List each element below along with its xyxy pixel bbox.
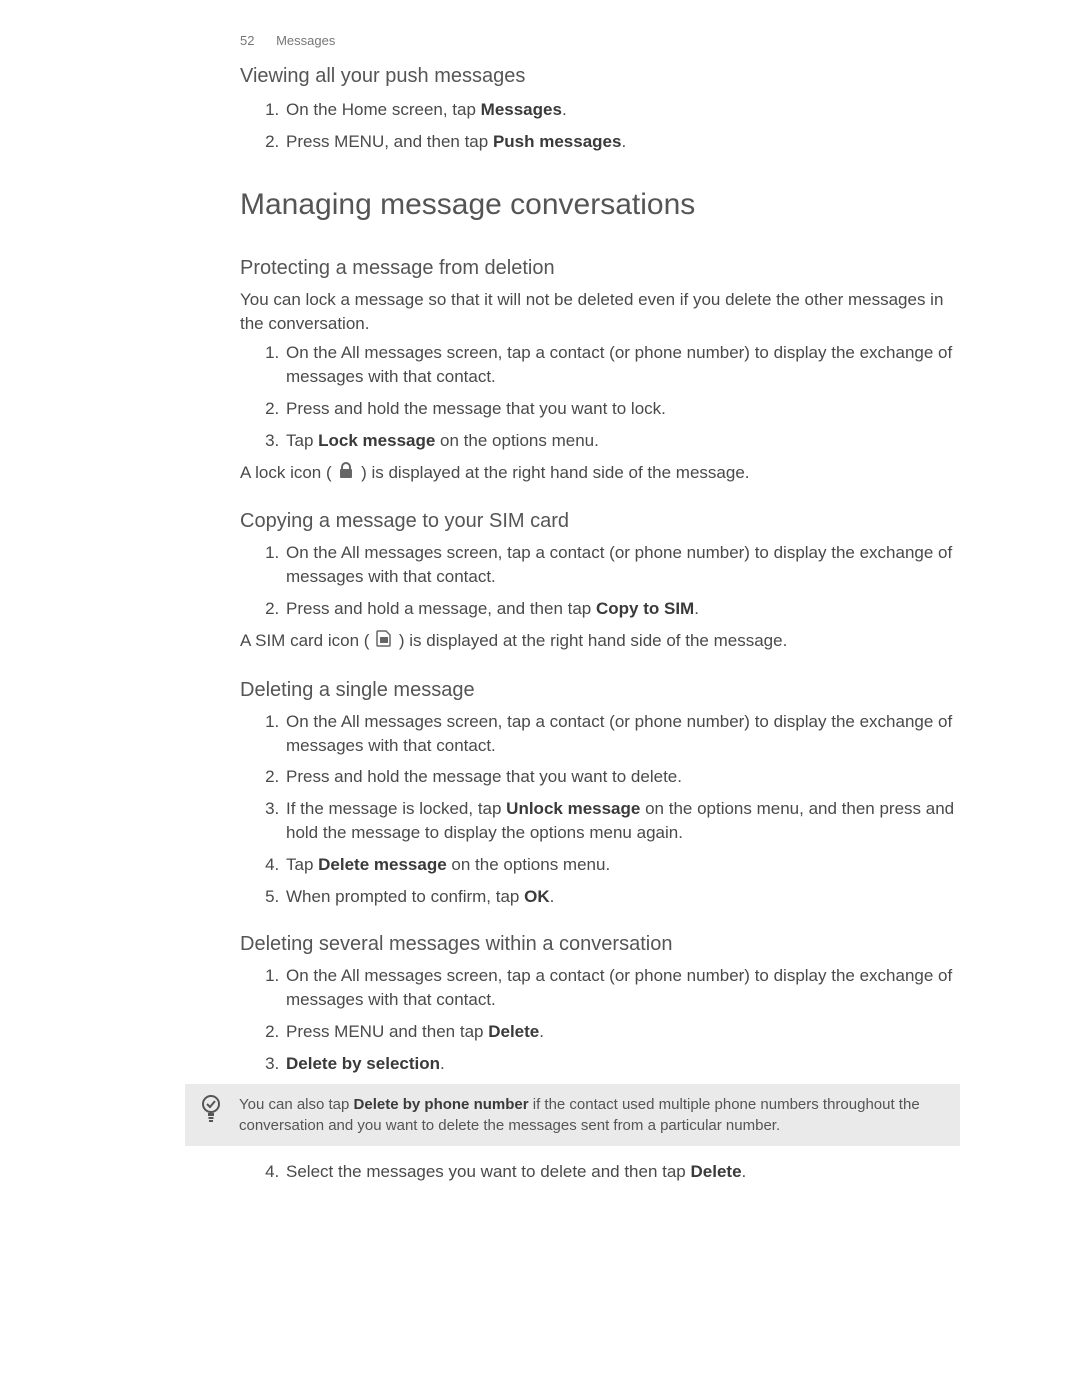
lightbulb-icon xyxy=(197,1092,225,1130)
sim-card-icon xyxy=(376,629,392,654)
list-item: Delete by selection. xyxy=(284,1052,960,1076)
list-item: On the Home screen, tap Messages. xyxy=(284,98,960,122)
chapter-name: Messages xyxy=(276,33,335,48)
list-item: Press and hold a message, and then tap C… xyxy=(284,597,960,621)
list-item: Select the messages you want to delete a… xyxy=(284,1160,960,1184)
list-item: Tap Lock message on the options menu. xyxy=(284,429,960,453)
delete-single-steps: On the All messages screen, tap a contac… xyxy=(240,710,960,909)
section-heading-delete-several: Deleting several messages within a conve… xyxy=(240,930,960,958)
protect-after-post: ) is displayed at the right hand side of… xyxy=(356,463,749,482)
tip-bold: Delete by phone number xyxy=(354,1096,529,1113)
document-page: 52 Messages Viewing all your push messag… xyxy=(0,0,1080,1397)
section-heading-protect: Protecting a message from deletion xyxy=(240,254,960,282)
tip-text: You can also tap Delete by phone number … xyxy=(239,1094,946,1136)
list-item: Press and hold the message that you want… xyxy=(284,397,960,421)
list-item: Press MENU, and then tap Push messages. xyxy=(284,130,960,154)
page-title-managing: Managing message conversations xyxy=(240,184,960,226)
list-item: If the message is locked, tap Unlock mes… xyxy=(284,797,960,845)
list-item: Press and hold the message that you want… xyxy=(284,765,960,789)
delete-several-steps-b: Select the messages you want to delete a… xyxy=(240,1160,960,1184)
list-item: On the All messages screen, tap a contac… xyxy=(284,341,960,389)
protect-after-pre: A lock icon ( xyxy=(240,463,336,482)
copysim-after: A SIM card icon ( ) is displayed at the … xyxy=(240,629,960,654)
copysim-after-post: ) is displayed at the right hand side of… xyxy=(394,631,787,650)
page-header: 52 Messages xyxy=(240,32,960,50)
delete-several-steps-a: On the All messages screen, tap a contac… xyxy=(240,964,960,1075)
protect-steps: On the All messages screen, tap a contac… xyxy=(240,341,960,452)
list-item: Tap Delete message on the options menu. xyxy=(284,853,960,877)
copysim-steps: On the All messages screen, tap a contac… xyxy=(240,541,960,620)
section-heading-delete-single: Deleting a single message xyxy=(240,676,960,704)
copysim-after-pre: A SIM card icon ( xyxy=(240,631,374,650)
protect-after: A lock icon ( ) is displayed at the righ… xyxy=(240,461,960,486)
protect-intro: You can lock a message so that it will n… xyxy=(240,288,960,336)
list-item: On the All messages screen, tap a contac… xyxy=(284,710,960,758)
list-item: On the All messages screen, tap a contac… xyxy=(284,964,960,1012)
tip-callout: You can also tap Delete by phone number … xyxy=(185,1084,960,1146)
list-item: Press MENU and then tap Delete. xyxy=(284,1020,960,1044)
tip-pre: You can also tap xyxy=(239,1096,354,1113)
list-item: When prompted to confirm, tap OK. xyxy=(284,885,960,909)
lock-icon xyxy=(338,461,354,486)
page-number: 52 xyxy=(240,33,254,48)
section-heading-push: Viewing all your push messages xyxy=(240,62,960,90)
push-steps: On the Home screen, tap Messages. Press M… xyxy=(240,98,960,154)
section-heading-copysim: Copying a message to your SIM card xyxy=(240,507,960,535)
list-item: On the All messages screen, tap a contac… xyxy=(284,541,960,589)
